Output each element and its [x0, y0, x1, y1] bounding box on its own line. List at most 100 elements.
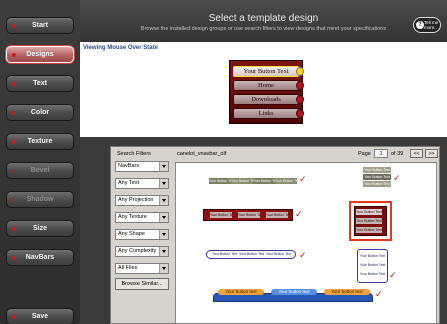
filter-projection-select[interactable]: Any Projection	[115, 195, 169, 206]
bullet-icon	[12, 111, 16, 115]
checkmark-icon: ✓	[393, 173, 401, 183]
filter-group-select[interactable]: NavBars	[115, 161, 169, 172]
bullet-icon	[12, 315, 16, 319]
next-page-button[interactable]: >>	[425, 149, 438, 158]
help-button[interactable]: ? Tell me more..	[413, 17, 441, 33]
sidebar: Start Designs Text Color Texture Bevel S…	[0, 0, 80, 324]
page-title: Select a template design	[208, 13, 319, 24]
bullet-icon	[12, 169, 16, 173]
preview-menu-item[interactable]: Your Button Text	[233, 66, 304, 77]
color-button[interactable]: Color	[6, 104, 74, 121]
button-cap-icon	[296, 81, 304, 90]
designs-button-label: Designs	[26, 51, 54, 58]
thumb-button: Your Button Text	[359, 272, 386, 276]
page-number-input[interactable]: 1	[374, 149, 388, 158]
dropdown-arrow-icon	[159, 247, 168, 256]
thumb-button: Your Button Text	[363, 174, 391, 180]
bullet-icon	[12, 140, 16, 144]
text-button-label: Text	[33, 80, 47, 87]
filters-title: Search Filters	[117, 151, 151, 157]
help-line-2: more..	[424, 25, 437, 30]
preview-menu-item[interactable]: Downloads	[233, 94, 304, 105]
thumbnail-grid: Your Button Text Your Button Text Your B…	[175, 162, 437, 324]
bevel-button-label: Bevel	[30, 167, 50, 174]
prev-page-button[interactable]: <<	[410, 149, 423, 158]
preview-menu-label: Home	[258, 82, 274, 89]
page-label: Page	[358, 151, 371, 157]
thumb-button: Your Button Text	[210, 212, 232, 218]
filter-value: Any Complexity	[118, 248, 157, 254]
button-cap-icon	[296, 95, 304, 104]
thumb-button: Your Button Text	[356, 218, 382, 224]
button-cap-icon	[296, 109, 304, 118]
page-total: of 39	[391, 151, 404, 157]
filter-text-select[interactable]: Any Text	[115, 178, 169, 189]
thumb-button: Your Button Text	[239, 252, 264, 256]
browse-similar-button[interactable]: Browse Similar...	[115, 278, 169, 290]
template-browser: Search Filters NavBars Any Text Any Proj…	[80, 137, 447, 324]
dropdown-arrow-icon	[159, 230, 168, 239]
preview-menu-label: Links	[258, 110, 274, 117]
thumb-button: Your Button Text	[212, 252, 237, 256]
filter-value: Any Texture	[118, 214, 147, 220]
checkmark-icon: ✓	[299, 174, 307, 184]
thumb-button: Your Button Text	[266, 252, 291, 256]
checkmark-icon: ✓	[375, 289, 383, 299]
shadow-button[interactable]: Shadow	[6, 191, 74, 208]
filter-texture-select[interactable]: Any Texture	[115, 212, 169, 223]
color-button-label: Color	[30, 109, 50, 116]
template-filename: canelot_vnavbar_olf	[177, 151, 227, 157]
save-button[interactable]: Save	[6, 308, 74, 324]
checkmark-icon: ✓	[295, 209, 303, 219]
save-button-label: Save	[31, 313, 49, 320]
preview-panel: Viewing Mouse Over State Your Button Tex…	[80, 42, 447, 137]
bullet-icon	[12, 198, 16, 202]
thumb-button: Your button text	[218, 289, 264, 295]
dropdown-arrow-icon	[159, 213, 168, 222]
thumb-button: Your Button Text	[359, 254, 386, 258]
preview-menu-item[interactable]: Links	[233, 108, 304, 119]
filter-value: Any Projection	[118, 197, 154, 203]
thumb-button: Your Button Text	[359, 263, 386, 267]
size-button[interactable]: Size	[6, 220, 74, 237]
text-button[interactable]: Text	[6, 75, 74, 92]
size-button-label: Size	[32, 225, 47, 232]
thumb-button: Your Button Text	[253, 178, 275, 184]
browser-panel: Search Filters NavBars Any Text Any Proj…	[110, 146, 440, 324]
checkmark-icon: ✓	[389, 270, 397, 280]
dropdown-arrow-icon	[159, 264, 168, 273]
preview-menu-label: Your Button Text	[243, 68, 289, 75]
dropdown-arrow-icon	[159, 179, 168, 188]
filter-value: Any Shape	[118, 231, 145, 237]
bevel-button[interactable]: Bevel	[6, 162, 74, 179]
thumb-button: Your button text	[271, 289, 317, 295]
button-cap-icon	[296, 67, 304, 76]
thumb-button: Your Button Text	[356, 209, 382, 215]
thumb-button: Your Button Text	[363, 181, 391, 187]
bullet-icon	[12, 256, 16, 260]
preview-state-label: Viewing Mouse Over State	[83, 45, 158, 51]
shadow-button-label: Shadow	[26, 196, 54, 203]
texture-button[interactable]: Texture	[6, 133, 74, 150]
thumb-button: Your Button Text	[266, 212, 288, 218]
start-button[interactable]: Start	[6, 17, 74, 34]
preview-menu-item[interactable]: Home	[233, 80, 304, 91]
navbars-button-label: NavBars	[25, 254, 55, 261]
navbars-button[interactable]: NavBars	[6, 249, 74, 266]
filter-files-select[interactable]: All Files	[115, 263, 169, 274]
thumb-button: Your Button Text	[275, 178, 297, 184]
thumb-button: Your Button Text	[363, 167, 391, 173]
bullet-icon	[12, 227, 16, 231]
dropdown-arrow-icon	[159, 196, 168, 205]
header: Select a template design Browse the inst…	[80, 0, 447, 42]
filter-value: NavBars	[118, 163, 140, 169]
filter-complexity-select[interactable]: Any Complexity	[115, 246, 169, 257]
filter-shape-select[interactable]: Any Shape	[115, 229, 169, 240]
bullet-icon	[12, 24, 16, 28]
filter-value: All Files	[118, 265, 138, 271]
designs-button[interactable]: Designs	[6, 46, 74, 63]
filter-value: Any Text	[118, 180, 139, 186]
navbar-preview: Your Button Text Home Downloads Links	[229, 60, 304, 124]
question-icon: ?	[416, 21, 424, 29]
checkmark-icon: ✓	[299, 250, 307, 260]
